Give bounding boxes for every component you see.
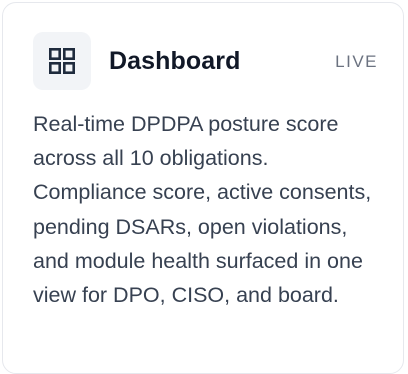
dashboard-grid-icon [49,48,75,74]
icon-tile [33,32,91,90]
status-badge: LIVE [335,52,378,71]
feature-card: Dashboard LIVE Real-time DPDPA posture s… [2,2,404,374]
card-title: Dashboard [109,47,241,75]
card-description: Real-time DPDPA posture score across all… [33,112,372,308]
